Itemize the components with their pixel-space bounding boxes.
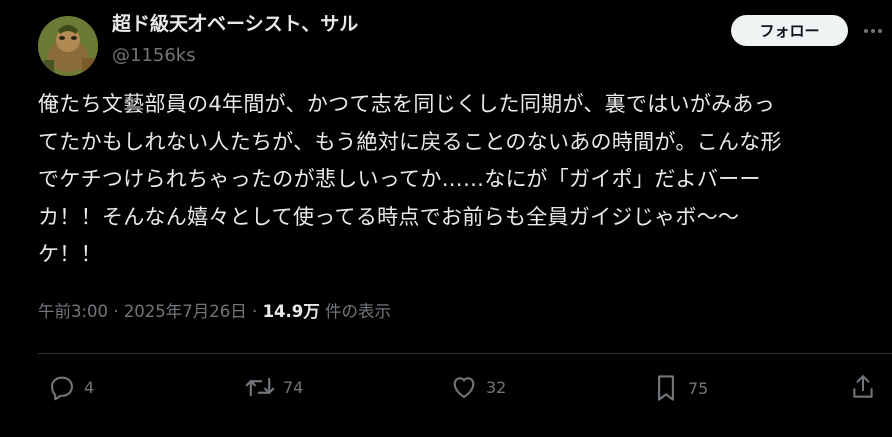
follow-button[interactable]: フォロー (731, 15, 848, 46)
tweet-text-line: でケチつけられちゃったのが悲しいってか……なにが「ガイポ」だよバーー (38, 167, 761, 191)
bookmark-icon (657, 375, 675, 401)
meta-separator: · (113, 302, 119, 321)
views-count[interactable]: 14.9万 (263, 302, 320, 321)
more-button[interactable] (860, 18, 886, 44)
tweet-text-line: てたかもしれない人たちが、もう絶対に戻ることのないあの時間が。こんな形 (38, 129, 782, 154)
tweet-text: 俺たち文藝部員の4年間が、かつて志を同じくした同期が、裏ではいがみあっ てたかも… (38, 86, 888, 274)
avatar[interactable] (38, 16, 98, 76)
views-label: 件の表示 (325, 302, 392, 321)
handle[interactable]: @1156ks (112, 44, 196, 68)
repost-count: 74 (283, 377, 304, 397)
meta-separator: · (252, 302, 258, 321)
bookmark-count: 75 (688, 378, 709, 398)
bookmark-button[interactable]: 75 (652, 373, 708, 403)
share-icon (853, 375, 873, 398)
like-button[interactable]: 32 (450, 373, 506, 401)
avatar-image (38, 16, 98, 76)
reply-button[interactable]: 4 (48, 373, 94, 401)
tweet-text-line: カ！！そんなん嬉々として使ってる時点でお前らも全員ガイジじゃボ〜〜 (38, 204, 740, 229)
like-icon (453, 377, 475, 398)
tweet-text-line: 俺たち文藝部員の4年間が、かつて志を同じくした同期が、裏ではいがみあっ (38, 92, 776, 116)
reply-icon (51, 376, 73, 401)
more-icon (864, 29, 882, 33)
like-count: 32 (486, 377, 507, 397)
tweet-time[interactable]: 午前3:00 (38, 302, 108, 321)
tweet-date[interactable]: 2025年7月26日 (124, 302, 247, 321)
display-name[interactable]: 超ド級天才ベーシスト、サル (112, 12, 358, 36)
repost-icon (245, 377, 275, 397)
tweet-text-line: ケ！！ (38, 242, 102, 266)
share-button[interactable] (850, 373, 876, 401)
reply-count: 4 (84, 377, 95, 397)
repost-button[interactable]: 74 (245, 373, 303, 401)
tweet-meta: 午前3:00 · 2025年7月26日 · 14.9万 件の表示 (38, 300, 391, 324)
divider (38, 353, 892, 354)
